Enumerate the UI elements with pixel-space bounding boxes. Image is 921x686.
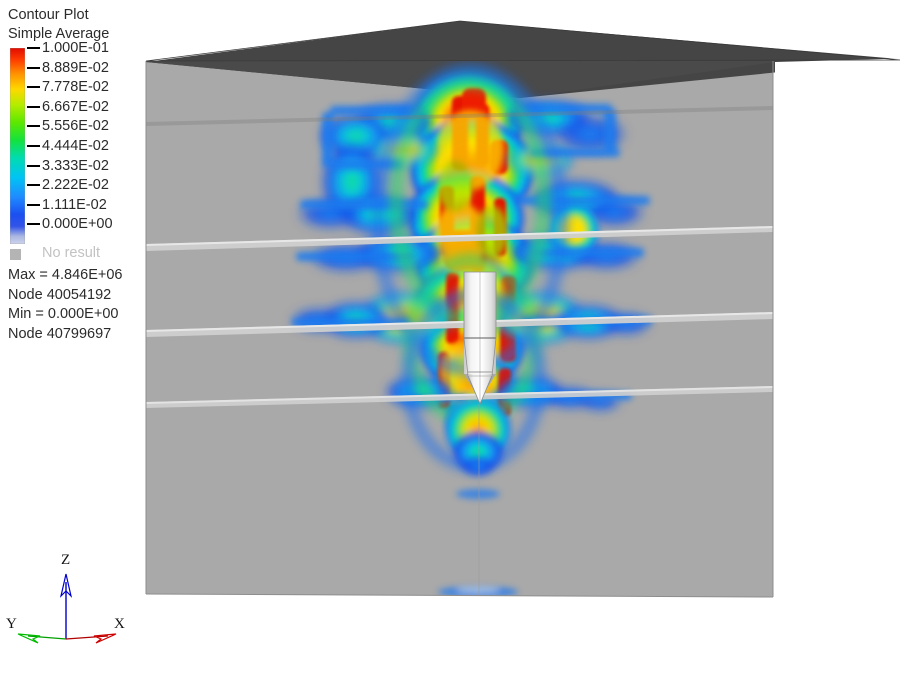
z-axis-label: Z bbox=[61, 552, 71, 568]
axis-triad[interactable]: Z X Y bbox=[4, 544, 144, 654]
legend-color-ramp-block[interactable]: 1.000E-01 8.889E-02 7.778E-02 6.667E-02 5.55… bbox=[8, 40, 158, 244]
legend-stat-line: Node 40799697 bbox=[8, 325, 112, 342]
legend-no-result-row: No result bbox=[8, 245, 158, 264]
legend-level-tick bbox=[27, 47, 40, 49]
legend-level-label: 1.111E-02 bbox=[42, 196, 107, 213]
legend-level-label: 7.778E-02 bbox=[42, 79, 109, 96]
legend-level-tick bbox=[27, 164, 40, 167]
legend-level-row[interactable]: 0.000E+00 bbox=[8, 216, 158, 244]
legend-stats: Max = 4.846E+06 Node 40054192 Min = 0.000E… bbox=[8, 266, 158, 344]
legend-title-line1: Contour Plot bbox=[8, 7, 89, 23]
legend-level-label: 8.889E-02 bbox=[42, 59, 109, 76]
legend-level-tick bbox=[27, 125, 40, 128]
legend-level-tick bbox=[27, 184, 40, 187]
legend-level-tick bbox=[27, 86, 40, 89]
legend-level-label: 2.222E-02 bbox=[42, 177, 109, 194]
no-result-label: No result bbox=[42, 245, 101, 261]
x-axis-line bbox=[65, 635, 109, 640]
x-axis-label: X bbox=[114, 616, 125, 632]
legend-stat-line: Min = 0.000E+00 bbox=[8, 306, 119, 322]
legend-level-label: 5.556E-02 bbox=[42, 118, 109, 135]
y-axis-arrow bbox=[17, 633, 41, 644]
legend-level-label: 1.000E-01 bbox=[42, 40, 109, 56]
top-face-trim-right bbox=[775, 58, 921, 681]
axis-triad-svg[interactable] bbox=[4, 544, 144, 654]
legend-level-label: 4.444E-02 bbox=[42, 138, 109, 154]
legend-level-tick bbox=[27, 203, 40, 206]
no-result-swatch bbox=[10, 249, 21, 260]
legend-level-label: 6.667E-02 bbox=[42, 98, 109, 115]
legend-level-tick bbox=[27, 105, 40, 108]
legend-stat-line: Max = 4.846E+06 bbox=[8, 267, 123, 283]
legend-level-label: 3.333E-02 bbox=[42, 157, 109, 174]
legend-level-tick bbox=[27, 145, 40, 147]
legend-level-label: 0.000E+00 bbox=[42, 216, 113, 233]
legend-level-tick bbox=[27, 66, 40, 69]
legend-stat-line: Node 40054192 bbox=[8, 286, 112, 303]
legend-level-tick bbox=[27, 223, 40, 226]
contour-legend: Contour Plot Simple Average 1.000E-01 8.… bbox=[8, 6, 158, 344]
y-axis-label: Y bbox=[6, 616, 17, 632]
x-axis-arrow bbox=[93, 633, 117, 644]
